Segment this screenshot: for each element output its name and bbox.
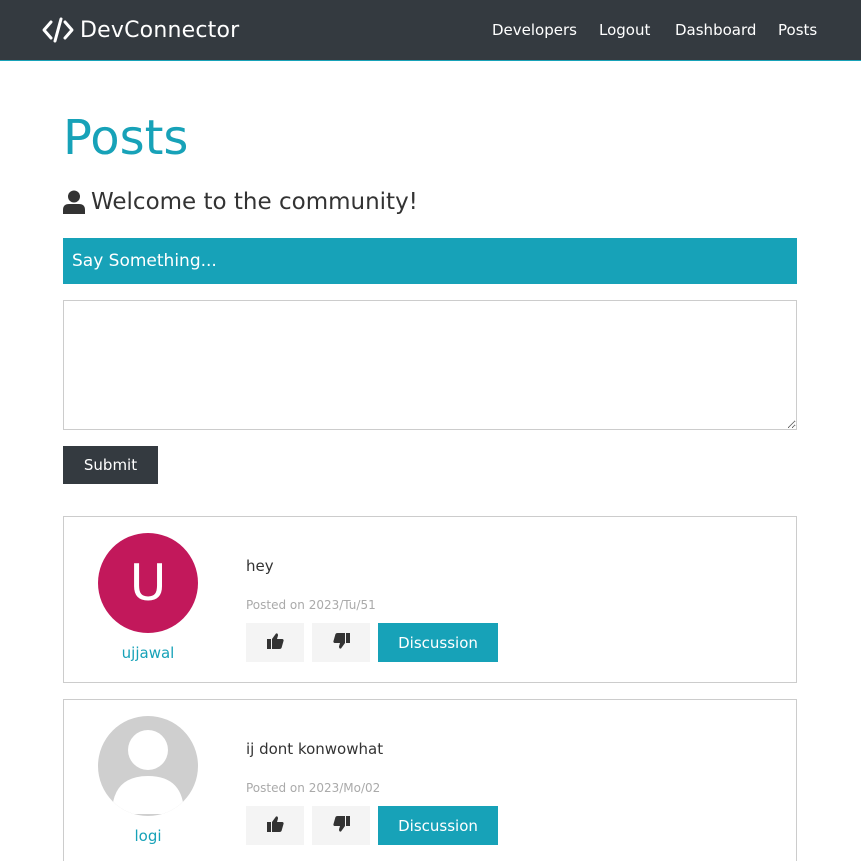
- avatar[interactable]: [98, 716, 198, 816]
- discussion-button[interactable]: Discussion: [378, 806, 498, 845]
- post-text: hey: [246, 557, 274, 575]
- page-title: Posts: [63, 110, 189, 166]
- navbar: DevConnector Developers Logout Dashboard…: [0, 0, 861, 61]
- thumbs-up-icon: [266, 633, 284, 652]
- avatar[interactable]: U: [98, 533, 198, 633]
- thumbs-down-icon: [332, 816, 350, 835]
- unlike-button[interactable]: [312, 806, 370, 845]
- user-icon: [63, 190, 91, 214]
- post-text: ij dont konwowhat: [246, 740, 384, 758]
- thumbs-up-icon: [266, 816, 284, 835]
- post-date-prefix: Posted on: [246, 781, 305, 795]
- username-link[interactable]: ujjawal: [98, 644, 198, 662]
- unlike-button[interactable]: [312, 623, 370, 662]
- post-date-value: 2023/Mo/02: [308, 781, 381, 795]
- lead-text-row: Welcome to the community!: [63, 186, 418, 218]
- post-date-value: 2023/Tu/51: [308, 598, 376, 612]
- post-date-prefix: Posted on: [246, 598, 305, 612]
- brand-name: DevConnector: [80, 17, 240, 43]
- nav-link-posts[interactable]: Posts: [778, 20, 817, 40]
- post-author: logi: [98, 716, 198, 845]
- post-form-header: Say Something...: [63, 238, 797, 284]
- nav-link-dashboard[interactable]: Dashboard: [675, 20, 756, 40]
- brand-link[interactable]: DevConnector: [42, 15, 239, 45]
- post-item: U ujjawal hey Posted on 2023/Tu/51 Discu…: [63, 516, 797, 683]
- post-form-header-text: Say Something...: [72, 251, 217, 271]
- post-author: U ujjawal: [98, 533, 198, 662]
- thumbs-down-icon: [332, 633, 350, 652]
- username-link[interactable]: logi: [98, 827, 198, 845]
- avatar-letter: U: [129, 554, 167, 612]
- like-button[interactable]: [246, 806, 304, 845]
- submit-button[interactable]: Submit: [63, 446, 158, 484]
- post-date: Posted on 2023/Tu/51: [246, 598, 376, 612]
- post-item: logi ij dont konwowhat Posted on 2023/Mo…: [63, 699, 797, 861]
- nav-link-logout[interactable]: Logout: [599, 20, 650, 40]
- post-textarea[interactable]: [63, 300, 797, 430]
- nav-link-developers[interactable]: Developers: [492, 20, 577, 40]
- like-button[interactable]: [246, 623, 304, 662]
- lead-text: Welcome to the community!: [91, 189, 418, 215]
- post-date: Posted on 2023/Mo/02: [246, 781, 380, 795]
- default-user-icon: [98, 716, 198, 816]
- discussion-button[interactable]: Discussion: [378, 623, 498, 662]
- code-icon: [42, 17, 74, 43]
